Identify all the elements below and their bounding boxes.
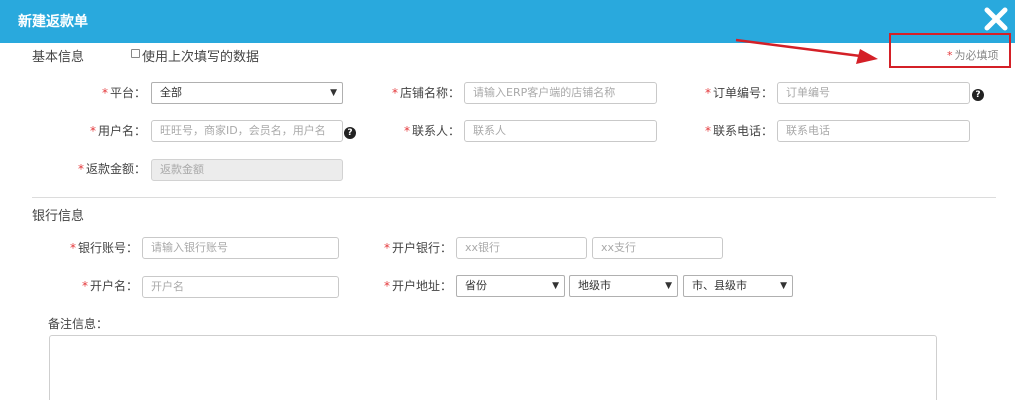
use-last-label: 使用上次填写的数据: [142, 50, 260, 65]
platform-select[interactable]: 全部 ▼: [151, 82, 343, 104]
county-select[interactable]: 市、县级市 ▼: [683, 275, 793, 297]
section-bank-info: 银行信息: [32, 209, 85, 224]
use-last-checkbox[interactable]: [131, 49, 140, 58]
username-input[interactable]: 旺旺号，商家ID，会员名，用户名: [151, 120, 343, 142]
province-select[interactable]: 省份 ▼: [456, 275, 565, 297]
notes-label: 备注信息：: [48, 317, 109, 331]
holder-input[interactable]: 开户名: [142, 276, 339, 298]
section-divider: [32, 197, 996, 198]
platform-label: * 平台：: [101, 86, 146, 100]
contact-input[interactable]: 联系人: [464, 120, 657, 142]
username-label: * 用户名：: [89, 124, 146, 138]
contact-label: * 联系人：: [403, 124, 460, 138]
notes-textarea[interactable]: [49, 335, 937, 400]
annotation-arrow: [735, 38, 878, 64]
bank-account-label: * 银行账号：: [69, 241, 138, 255]
phone-label: * 联系电话：: [704, 124, 773, 138]
amount-input: 返款金额: [151, 159, 343, 181]
store-input[interactable]: 请输入ERP客户端的店铺名称: [464, 82, 657, 104]
order-help-icon[interactable]: ?: [972, 89, 984, 101]
dialog-title: 新建返款单: [18, 14, 88, 30]
username-help-icon[interactable]: ?: [344, 127, 356, 139]
city-select[interactable]: 地级市 ▼: [569, 275, 678, 297]
required-note: * 为必填项: [947, 49, 999, 62]
amount-label: * 返款金额：: [77, 162, 146, 176]
bank-name-label: * 开户银行：: [383, 241, 452, 255]
order-input[interactable]: 订单编号: [777, 82, 970, 104]
order-label: * 订单编号：: [704, 86, 773, 100]
section-basic-info: 基本信息: [32, 50, 85, 65]
address-label: * 开户地址：: [383, 279, 452, 293]
phone-input[interactable]: 联系电话: [777, 120, 970, 142]
bank-name-input[interactable]: xx银行: [456, 237, 587, 259]
store-label: * 店铺名称：: [391, 86, 460, 100]
bank-branch-input[interactable]: xx支行: [592, 237, 723, 259]
bank-account-input[interactable]: 请输入银行账号: [142, 237, 339, 259]
holder-label: * 开户名：: [81, 279, 138, 293]
close-icon[interactable]: [983, 6, 1009, 32]
